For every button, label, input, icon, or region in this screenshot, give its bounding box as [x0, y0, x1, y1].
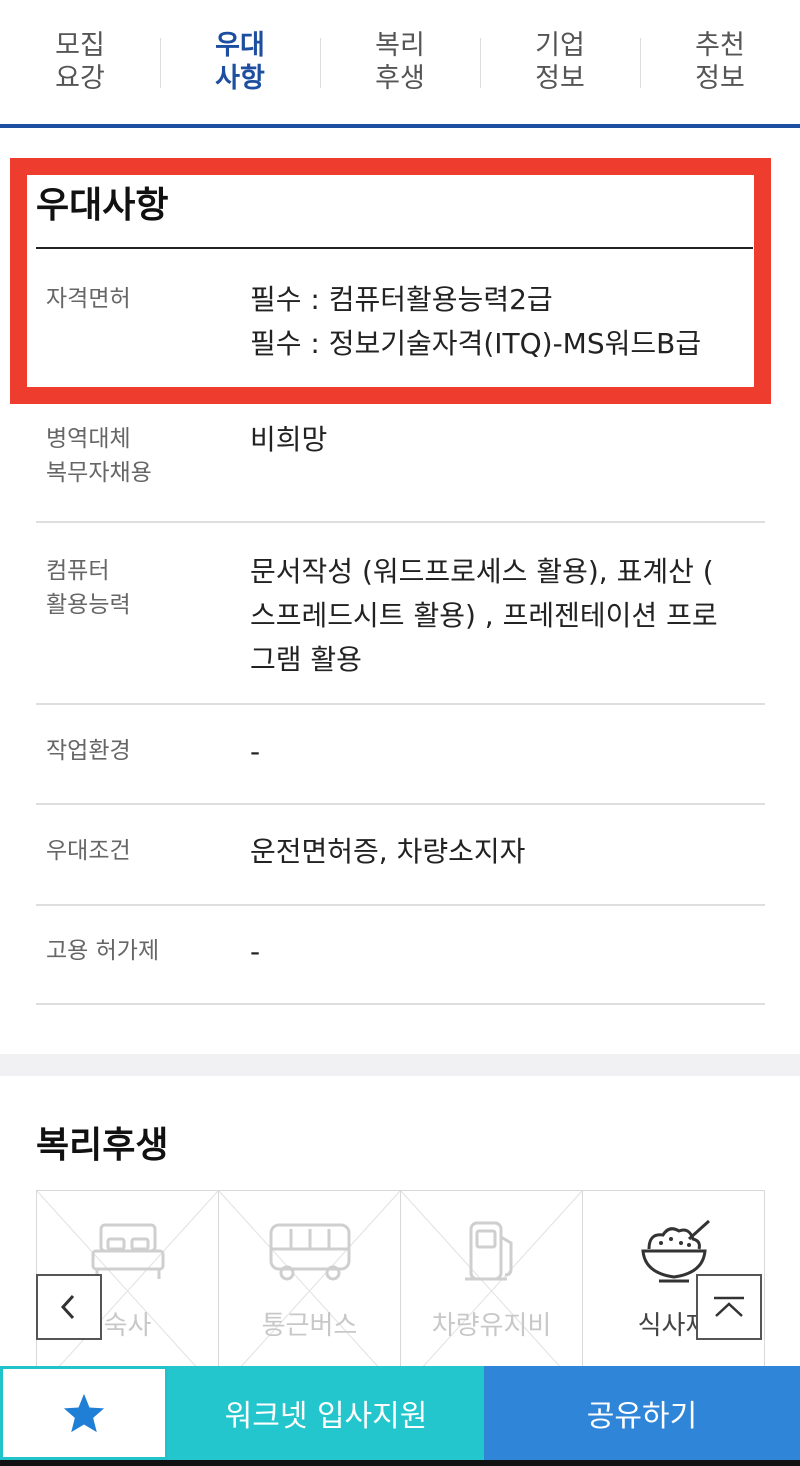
row-value: 비희망 [250, 423, 328, 456]
row-value: - [250, 735, 261, 768]
tab-recommendations[interactable]: 추천 정보 [640, 0, 800, 124]
row-label: 자격면허 [46, 286, 131, 312]
tab-label-line2: 요강 [55, 63, 105, 94]
row-label: 우대조건 [46, 838, 131, 864]
row-divider [36, 803, 765, 805]
tab-label-line1: 모집 [55, 30, 105, 61]
welfare-section-title: 복리후생 [36, 1125, 169, 1166]
row-value: 문서작성 (워드프로세스 활용), 표계산 ( 스프레드시트 활용) , 프레젠… [250, 555, 718, 676]
section-tab-bar: 모집 요강 우대 사항 복리 후생 기업 정보 추천 정보 [0, 0, 800, 124]
share-button[interactable]: 공유하기 [484, 1366, 800, 1460]
tab-label-line2: 정보 [535, 63, 585, 94]
tab-preferences[interactable]: 우대 사항 [160, 0, 320, 124]
row-value: 필수 : 컴퓨터활용능력2급 필수 : 정보기술자격(ITQ)-MS워드B급 [250, 283, 702, 360]
chevron-up-icon [714, 1296, 744, 1317]
row-divider [36, 1003, 765, 1005]
tab-benefits[interactable]: 복리 후생 [320, 0, 480, 124]
row-value: 운전면허증, 차량소지자 [250, 835, 526, 868]
tab-bar-underline [0, 124, 800, 128]
preference-section-title: 우대사항 [36, 185, 169, 226]
row-label: 병역대체 복무자채용 [46, 426, 152, 486]
section-separator-band [0, 1054, 800, 1076]
favorite-button[interactable] [0, 1366, 168, 1460]
benefit-item-commuter-bus[interactable]: 통근버스 [218, 1191, 400, 1391]
tab-label-line1: 기업 [535, 30, 585, 61]
row-value: - [250, 935, 261, 968]
fuel-pump-icon [464, 1221, 512, 1281]
bus-icon [269, 1223, 350, 1281]
row-divider [36, 703, 765, 705]
tab-label-line2: 정보 [695, 63, 745, 94]
bottom-action-bar: 워크넷 입사지원 공유하기 [0, 1366, 800, 1460]
carousel-prev-button[interactable] [36, 1274, 102, 1340]
tab-label-line1: 우대 [215, 30, 265, 61]
benefit-carousel: 숙사 통근버스 차량유지비 식사제 [36, 1190, 765, 1391]
worknet-apply-button[interactable]: 워크넷 입사지원 [168, 1366, 484, 1460]
row-label: 작업환경 [46, 738, 131, 764]
benefit-label: 통근버스 [261, 1311, 358, 1341]
tab-label-line2: 후생 [375, 63, 425, 94]
tab-label-line1: 복리 [375, 30, 425, 61]
chevron-left-icon [60, 1294, 75, 1320]
benefit-label: 차량유지비 [431, 1311, 552, 1341]
section-title-rule [36, 247, 753, 249]
tab-label-line2: 사항 [215, 63, 265, 94]
star-icon [63, 1393, 105, 1433]
row-divider [36, 904, 765, 906]
row-divider [36, 521, 765, 523]
system-bottom-strip [0, 1460, 800, 1466]
row-label: 고용 허가제 [46, 938, 160, 964]
scroll-to-top-button[interactable] [696, 1274, 762, 1340]
tab-recruitment-guide[interactable]: 모집 요강 [0, 0, 160, 124]
benefit-item-vehicle-allowance[interactable]: 차량유지비 [400, 1191, 582, 1391]
row-label: 컴퓨터 활용능력 [46, 558, 131, 618]
tab-company-info[interactable]: 기업 정보 [480, 0, 640, 124]
tab-label-line1: 추천 [695, 30, 745, 61]
